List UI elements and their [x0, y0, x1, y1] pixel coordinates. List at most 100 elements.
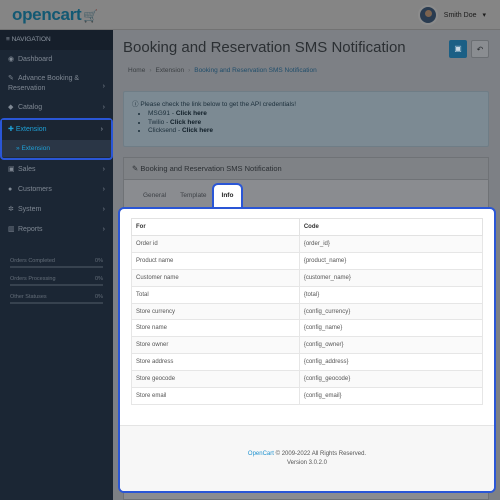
- avatar: [417, 5, 438, 25]
- chevron-right-icon: ›: [102, 206, 105, 213]
- table-row: Customer name {customer_name}: [131, 268, 484, 287]
- tab-bar: General Template: [136, 187, 214, 205]
- tab-general[interactable]: General: [136, 187, 173, 205]
- sidebar-subitem-extension[interactable]: » Extension: [2, 140, 111, 157]
- booking-icon: ✎: [8, 75, 14, 82]
- info-icon: ⓘ: [132, 101, 139, 108]
- table-row: Store owner {config_owner}: [131, 336, 484, 355]
- table-row: Total {total}: [131, 285, 484, 304]
- chevron-right-icon: ›: [102, 83, 105, 90]
- alert-item-clicksend: Clicksend - Click here: [148, 127, 480, 136]
- progress-bar: [10, 284, 103, 286]
- tab-template[interactable]: Template: [173, 187, 213, 205]
- cell-code: {config_name}: [298, 319, 484, 338]
- chevron-right-icon: ›: [100, 126, 103, 133]
- placeholder-codes-table: For Code Order id {order_id} Product name{…: [131, 218, 484, 405]
- table-row: Store currency {config_currency}: [131, 302, 484, 321]
- cell-for: Order id: [131, 235, 300, 253]
- api-info-alert: ⓘ Please check the link below to get the…: [123, 91, 489, 147]
- cell-code: {config_address}: [298, 353, 484, 372]
- info-tab-content: For Code Order id {order_id} Product name{…: [118, 207, 496, 493]
- opencart-logo[interactable]: opencart 🛒: [12, 5, 98, 25]
- table-row: Store address {config_address}: [131, 353, 484, 372]
- breadcrumb-home[interactable]: Home: [128, 67, 145, 74]
- column-header-code: Code: [298, 218, 484, 236]
- order-stats: Orders Completed 0% Orders Processing 0% O…: [0, 254, 113, 310]
- cell-code: {product_name}: [298, 251, 484, 270]
- cell-for: Store currency: [131, 302, 300, 321]
- clicksend-link[interactable]: Click here: [182, 127, 213, 134]
- chevron-right-icon: ›: [102, 104, 105, 111]
- sidebar-item-customers[interactable]: ● Customers ›: [0, 180, 113, 200]
- page-title: Booking and Reservation SMS Notification: [123, 39, 406, 56]
- back-icon: ↶: [476, 45, 484, 54]
- sidebar-item-system[interactable]: ✲ System ›: [0, 200, 113, 220]
- stat-orders-completed: Orders Completed 0%: [10, 258, 103, 264]
- table-row: Store name {config_name}: [131, 319, 484, 338]
- msg91-link[interactable]: Click here: [176, 110, 207, 117]
- cart-icon: ▣: [8, 166, 15, 173]
- sidebar-item-dashboard[interactable]: ◉ Dashboard: [0, 50, 113, 70]
- table-row: Store geocode {config_geocode}: [131, 370, 484, 389]
- progress-bar: [10, 266, 103, 268]
- cell-for: Customer name: [131, 268, 300, 287]
- breadcrumb-extension[interactable]: Extension: [156, 67, 185, 74]
- cell-for: Store address: [131, 353, 300, 372]
- cog-icon: ✲: [8, 206, 14, 213]
- sidebar-item-extension[interactable]: ✚ Extension ›: [2, 120, 111, 140]
- sidebar-item-reports[interactable]: ▥ Reports ›: [0, 220, 113, 240]
- cell-code: {order_id}: [298, 235, 484, 253]
- chevron-right-icon: ›: [102, 226, 105, 233]
- progress-bar: [10, 302, 103, 304]
- chevron-right-icon: ›: [102, 186, 105, 193]
- opencart-link[interactable]: OpenCart: [248, 451, 274, 457]
- cell-for: Store email: [131, 387, 300, 405]
- cell-code: {total}: [298, 285, 484, 304]
- sidebar-extension-highlight: ✚ Extension › » Extension: [0, 118, 113, 160]
- puzzle-icon: ✚: [8, 126, 14, 133]
- table-row: Store email {config_email}: [131, 387, 484, 405]
- stat-other-statuses: Other Statuses 0%: [10, 294, 103, 300]
- cell-code: {config_owner}: [298, 336, 484, 355]
- save-icon: ▣: [454, 44, 462, 53]
- panel-header: ✎ Booking and Reservation SMS Notificati…: [124, 158, 488, 180]
- dashboard-icon: ◉: [8, 56, 15, 63]
- pencil-icon: ✎: [132, 164, 139, 173]
- column-header-for: For: [131, 218, 300, 236]
- sidebar-item-advance-booking[interactable]: ✎ Advance Booking & Reservation ›: [0, 70, 113, 98]
- cell-code: {config_email}: [298, 387, 484, 405]
- chevron-down-icon: ▾: [482, 12, 486, 19]
- breadcrumb: Home › Extension › Booking and Reservation S…: [128, 67, 317, 74]
- user-name: Smith Doe: [443, 11, 477, 19]
- user-icon: ●: [8, 186, 13, 193]
- cell-for: Store name: [131, 319, 300, 338]
- user-menu[interactable]: Smith Doe ▾: [417, 5, 486, 25]
- back-button[interactable]: ↶: [471, 40, 489, 58]
- alert-item-twilio: Twilio - Click here: [148, 119, 480, 128]
- sidebar-item-sales[interactable]: ▣ Sales ›: [0, 160, 113, 180]
- cell-code: {customer_name}: [298, 268, 484, 287]
- cart-icon: 🛒: [83, 9, 99, 23]
- cell-for: Store geocode: [131, 370, 300, 389]
- breadcrumb-current[interactable]: Booking and Reservation SMS Notification: [194, 67, 316, 74]
- cell-for: Total: [131, 285, 300, 304]
- double-chevron-icon: »: [16, 145, 20, 152]
- chart-icon: ▥: [8, 226, 15, 233]
- table-header-row: For Code: [131, 218, 484, 236]
- page-footer: OpenCart © 2009-2022 All Rights Reserved…: [247, 451, 367, 466]
- table-row: Product name {product_name}: [131, 251, 484, 270]
- cell-for: Product name: [131, 251, 300, 270]
- navigation-header: ≡ NAVIGATION: [0, 30, 113, 50]
- tag-icon: ◆: [8, 104, 14, 111]
- sidebar-item-catalog[interactable]: ◆ Catalog ›: [0, 98, 113, 118]
- stat-orders-processing: Orders Processing 0%: [10, 276, 103, 282]
- twilio-link[interactable]: Click here: [170, 119, 201, 126]
- sidebar: ≡ NAVIGATION ◉ Dashboard ✎ Advance Booking…: [0, 30, 113, 500]
- top-header: opencart 🛒 Smith Doe ▾: [0, 0, 500, 30]
- cell-for: Store owner: [131, 336, 300, 355]
- cell-code: {config_geocode}: [298, 370, 484, 389]
- version-text: Version 3.0.2.0: [286, 460, 328, 466]
- save-button[interactable]: ▣: [449, 40, 467, 58]
- tab-info[interactable]: Info: [212, 183, 243, 209]
- table-row: Order id {order_id}: [131, 235, 484, 253]
